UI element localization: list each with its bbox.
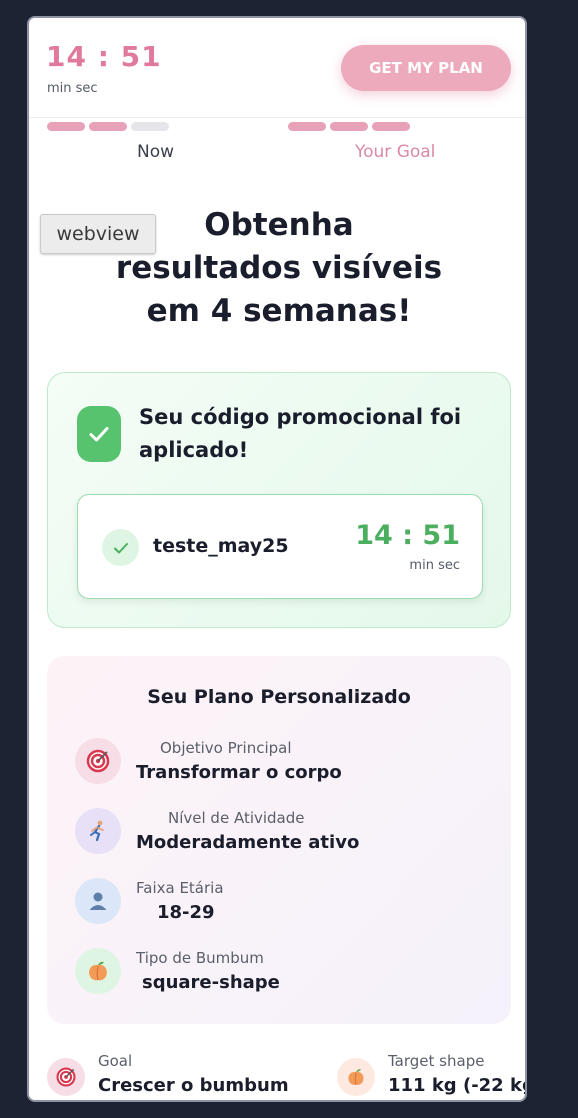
peach-icon	[75, 948, 121, 994]
footer-goal: Goal Crescer o bumbum	[47, 1052, 307, 1100]
get-my-plan-button[interactable]: GET MY PLAN	[341, 45, 511, 91]
progress-segment	[47, 122, 85, 131]
promo-code: teste_may25	[153, 535, 289, 557]
progress-segment	[288, 122, 326, 131]
progress-segment	[330, 122, 368, 131]
phone-screen: 14 : 51 min sec GET MY PLAN Now Your Goa…	[27, 16, 527, 1102]
promo-code-box: teste_may25 14 : 51 min sec	[77, 494, 483, 599]
promo-timer: 14 : 51	[355, 520, 460, 551]
target-icon	[47, 1058, 85, 1096]
footer-goal-value: Crescer o bumbum	[98, 1075, 289, 1096]
plan-item-goal: Objetivo Principal Transformar o corpo	[75, 738, 495, 786]
promo-applied-card: Seu código promocional foi aplicado! tes…	[47, 372, 511, 628]
plan-item-activity: Nível de Atividade Moderadamente ativo	[75, 808, 495, 856]
progress-now-label: Now	[137, 142, 175, 162]
plan-item-label: Objetivo Principal	[160, 739, 292, 757]
plan-title: Seu Plano Personalizado	[147, 686, 411, 708]
countdown-timer-units: min sec	[47, 81, 98, 96]
plan-item-label: Tipo de Bumbum	[136, 949, 264, 967]
personalized-plan-card: Seu Plano Personalizado Objetivo Princip…	[47, 656, 511, 1024]
footer-target: Target shape 111 kg (-22 kg)	[337, 1052, 525, 1100]
plan-item-shape: Tipo de Bumbum square-shape	[75, 948, 495, 996]
plan-item-age: Faixa Etária 18-29	[75, 878, 495, 926]
sticky-header: 14 : 51 min sec GET MY PLAN	[29, 18, 525, 118]
headline-line-3: em 4 semanas!	[146, 293, 412, 329]
progress-goal-label: Your Goal	[355, 142, 436, 162]
peach-icon	[337, 1058, 375, 1096]
footer-goal-label: Goal	[98, 1052, 133, 1070]
progress-segment	[89, 122, 127, 131]
check-icon	[77, 406, 121, 462]
plan-item-value: square-shape	[142, 972, 280, 993]
promo-timer-units: min sec	[409, 558, 460, 573]
runner-icon	[75, 808, 121, 854]
footer-target-value: 111 kg (-22 kg)	[388, 1075, 525, 1096]
countdown-timer: 14 : 51	[46, 40, 162, 73]
plan-item-label: Nível de Atividade	[168, 809, 305, 827]
plan-item-value: Transformar o corpo	[136, 762, 342, 783]
webview-badge: webview	[40, 214, 156, 254]
plan-item-label: Faixa Etária	[136, 879, 224, 897]
plan-item-value: 18-29	[157, 902, 215, 923]
footer-target-label: Target shape	[388, 1052, 485, 1070]
progress-segment	[131, 122, 169, 131]
plan-item-value: Moderadamente ativo	[136, 832, 360, 853]
progress-goal	[288, 122, 410, 131]
target-icon	[75, 738, 121, 784]
progress-segment	[372, 122, 410, 131]
check-icon	[102, 529, 139, 566]
promo-applied-title: Seu código promocional foi aplicado!	[139, 405, 462, 462]
progress-now	[47, 122, 169, 131]
person-icon	[75, 878, 121, 924]
